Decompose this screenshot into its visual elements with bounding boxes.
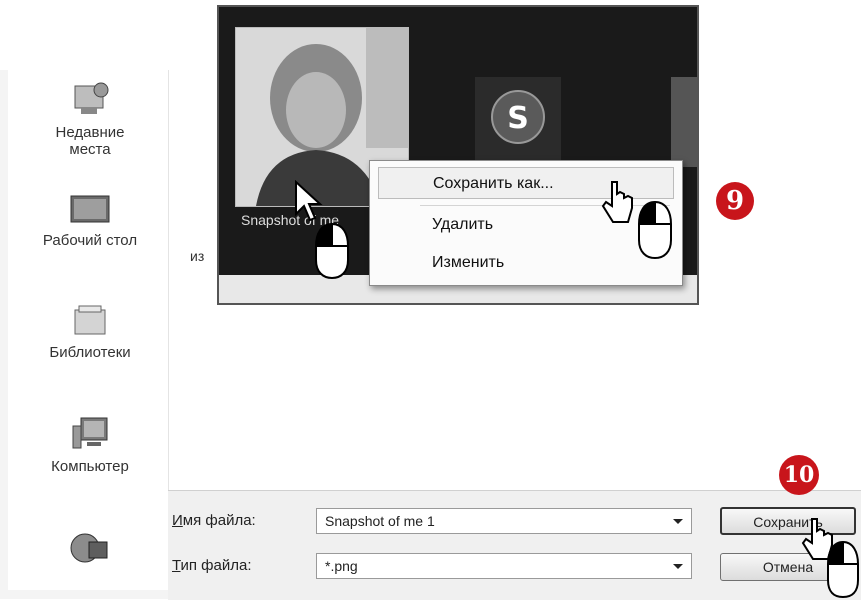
filename-value: Snapshot of me 1: [325, 513, 435, 529]
skype-thumbnail[interactable]: S: [475, 77, 561, 163]
menu-item-edit[interactable]: Изменить: [378, 247, 674, 279]
navigation-pane: Недавние места Рабочий стол Библиотеки К…: [8, 70, 168, 590]
sidebar-item-label: Недавние места: [55, 124, 125, 158]
recent-places-icon: [74, 82, 109, 114]
arrow-cursor-icon: [295, 180, 323, 222]
partial-item-label: из: [190, 248, 205, 264]
mouse-left-click-icon: [827, 540, 859, 598]
filetype-select[interactable]: *.png: [316, 553, 692, 579]
chevron-down-icon[interactable]: [673, 519, 683, 524]
sidebar-item-desktop[interactable]: Рабочий стол: [20, 188, 160, 249]
mouse-left-click-icon: [315, 222, 349, 280]
sidebar-item-network[interactable]: [20, 528, 160, 572]
sidebar-item-label: Библиотеки: [49, 344, 131, 361]
filename-field[interactable]: Snapshot of me 1: [316, 508, 692, 534]
sidebar-item-label: Рабочий стол: [42, 232, 138, 249]
sidebar-item-libraries[interactable]: Библиотеки: [20, 300, 160, 361]
filetype-value: *.png: [325, 558, 358, 574]
filename-label: Имя файла:: [172, 512, 256, 529]
partial-thumbnail[interactable]: [671, 77, 697, 167]
sidebar-item-label: Компьютер: [51, 458, 129, 475]
chevron-down-icon[interactable]: [673, 564, 683, 569]
mouse-left-click-icon: [638, 200, 672, 260]
computer-icon: [72, 417, 108, 449]
sidebar-item-computer[interactable]: Компьютер: [20, 414, 160, 475]
sidebar-item-recent-places[interactable]: Недавние места: [20, 80, 160, 158]
filetype-label: Тип файла:: [172, 557, 252, 574]
skype-icon: S: [491, 90, 545, 144]
hand-cursor-icon: [601, 181, 633, 223]
libraries-icon: [74, 305, 106, 335]
step-9-badge: 9: [716, 182, 754, 220]
step-10-badge: 10: [779, 455, 819, 495]
network-icon: [70, 533, 108, 563]
svg-text:S: S: [507, 101, 529, 136]
desktop-icon: [70, 195, 110, 223]
